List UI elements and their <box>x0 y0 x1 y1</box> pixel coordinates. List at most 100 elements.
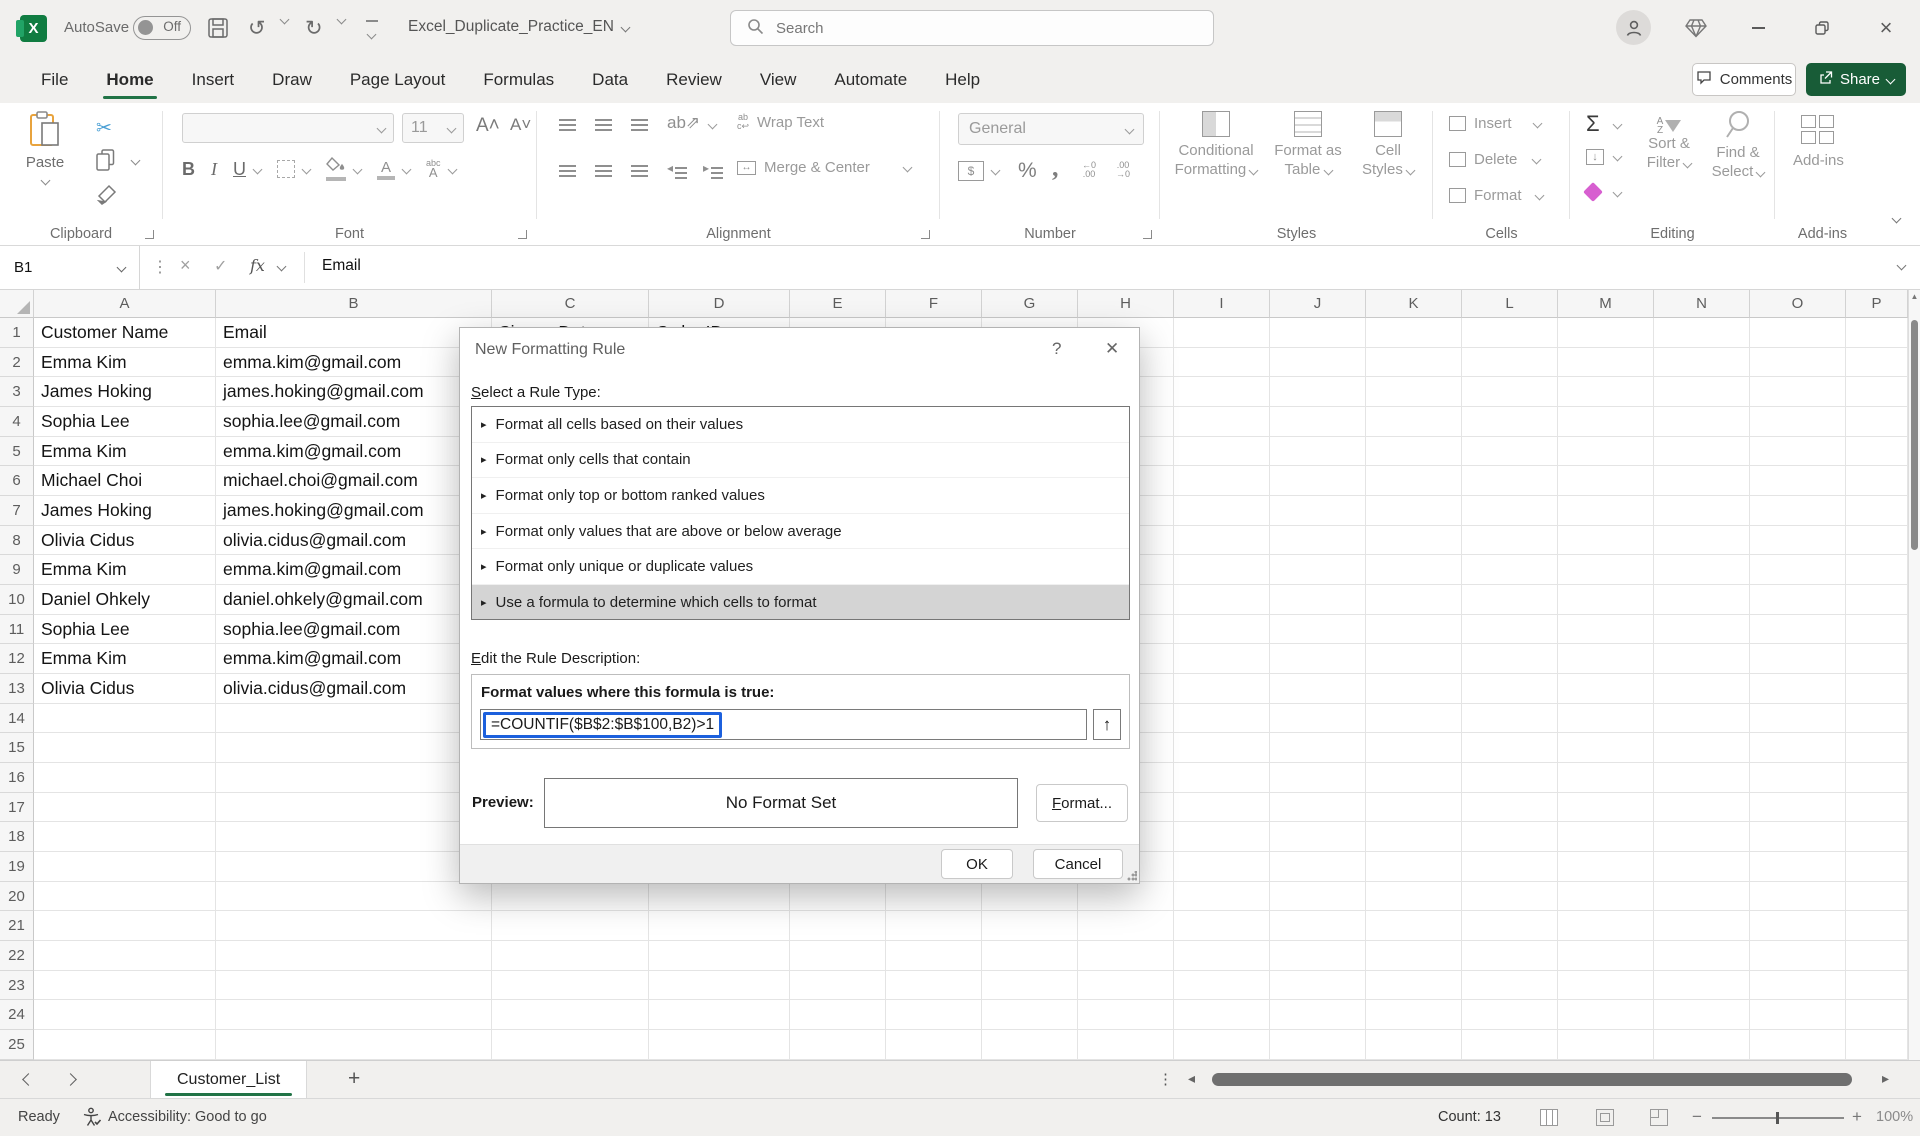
cell-A7[interactable]: James Hoking <box>34 496 216 526</box>
drag-handle-icon[interactable]: ⋮ <box>152 257 168 277</box>
cell-I21[interactable] <box>1174 911 1270 941</box>
cell-B6[interactable]: michael.choi@gmail.com <box>216 466 492 496</box>
cell-P22[interactable] <box>1846 941 1908 971</box>
cell-B25[interactable] <box>216 1030 492 1060</box>
page-layout-view-icon[interactable] <box>1596 1109 1614 1126</box>
save-icon[interactable] <box>207 17 229 44</box>
cell-M12[interactable] <box>1558 644 1654 674</box>
cell-M22[interactable] <box>1558 941 1654 971</box>
cell-A2[interactable]: Emma Kim <box>34 348 216 378</box>
cell-K9[interactable] <box>1366 555 1462 585</box>
copy-icon[interactable] <box>96 149 116 176</box>
font-name-select[interactable] <box>182 113 394 143</box>
orientation-icon[interactable]: ab⇗ <box>667 113 700 133</box>
cell-P25[interactable] <box>1846 1030 1908 1060</box>
tab-data[interactable]: Data <box>573 56 647 103</box>
cell-L2[interactable] <box>1462 348 1558 378</box>
cell-F20[interactable] <box>886 882 982 912</box>
cell-K25[interactable] <box>1366 1030 1462 1060</box>
column-header-I[interactable]: I <box>1174 290 1270 318</box>
cell-A5[interactable]: Emma Kim <box>34 437 216 467</box>
cell-P9[interactable] <box>1846 555 1908 585</box>
cell-I19[interactable] <box>1174 852 1270 882</box>
cell-styles-button[interactable]: Cell Styles <box>1356 111 1420 180</box>
restore-button[interactable] <box>1806 12 1838 44</box>
column-header-B[interactable]: B <box>216 290 492 318</box>
italic-button[interactable]: I <box>211 159 217 180</box>
dialog-help-icon[interactable]: ? <box>1052 339 1061 359</box>
column-header-N[interactable]: N <box>1654 290 1750 318</box>
cell-F21[interactable] <box>886 911 982 941</box>
cancel-entry-icon[interactable]: × <box>180 255 191 276</box>
close-button[interactable]: × <box>1870 12 1902 44</box>
add-sheet-icon[interactable]: + <box>348 1067 360 1091</box>
cell-P20[interactable] <box>1846 882 1908 912</box>
cell-B10[interactable]: daniel.ohkely@gmail.com <box>216 585 492 615</box>
cell-K7[interactable] <box>1366 496 1462 526</box>
zoom-level[interactable]: 100% <box>1876 1109 1913 1125</box>
tab-insert[interactable]: Insert <box>173 56 254 103</box>
cell-J13[interactable] <box>1270 674 1366 704</box>
cell-D25[interactable] <box>649 1030 790 1060</box>
cell-K5[interactable] <box>1366 437 1462 467</box>
cell-G21[interactable] <box>982 911 1078 941</box>
cell-D23[interactable] <box>649 971 790 1001</box>
cell-O2[interactable] <box>1750 348 1846 378</box>
cell-J4[interactable] <box>1270 407 1366 437</box>
zoom-in-icon[interactable]: + <box>1852 1107 1862 1127</box>
comments-button[interactable]: Comments <box>1692 63 1796 96</box>
cell-K12[interactable] <box>1366 644 1462 674</box>
cell-A9[interactable]: Emma Kim <box>34 555 216 585</box>
collapse-ribbon-icon[interactable] <box>1892 214 1902 224</box>
column-header-M[interactable]: M <box>1558 290 1654 318</box>
cell-I3[interactable] <box>1174 377 1270 407</box>
cell-B14[interactable] <box>216 704 492 734</box>
cell-L24[interactable] <box>1462 1000 1558 1030</box>
cell-M6[interactable] <box>1558 466 1654 496</box>
cell-I9[interactable] <box>1174 555 1270 585</box>
cell-A18[interactable] <box>34 822 216 852</box>
cell-P6[interactable] <box>1846 466 1908 496</box>
cell-I22[interactable] <box>1174 941 1270 971</box>
cell-J25[interactable] <box>1270 1030 1366 1060</box>
clipboard-launcher-icon[interactable] <box>145 230 154 239</box>
formula-bar-content[interactable]: Email <box>322 257 361 275</box>
cell-C21[interactable] <box>492 911 649 941</box>
cell-J1[interactable] <box>1270 318 1366 348</box>
cell-M17[interactable] <box>1558 793 1654 823</box>
cell-L14[interactable] <box>1462 704 1558 734</box>
cell-A23[interactable] <box>34 971 216 1001</box>
cell-A22[interactable] <box>34 941 216 971</box>
row-header-12[interactable]: 12 <box>0 644 34 674</box>
cell-N2[interactable] <box>1654 348 1750 378</box>
cell-I15[interactable] <box>1174 733 1270 763</box>
clear-eraser-icon[interactable] <box>1583 182 1603 202</box>
cell-M25[interactable] <box>1558 1030 1654 1060</box>
cell-L23[interactable] <box>1462 971 1558 1001</box>
cell-I13[interactable] <box>1174 674 1270 704</box>
cell-G25[interactable] <box>982 1030 1078 1060</box>
row-header-2[interactable]: 2 <box>0 348 34 378</box>
cell-A24[interactable] <box>34 1000 216 1030</box>
cell-I14[interactable] <box>1174 704 1270 734</box>
cell-N14[interactable] <box>1654 704 1750 734</box>
cell-M11[interactable] <box>1558 615 1654 645</box>
sheet-prev-icon[interactable] <box>22 1073 35 1086</box>
align-middle-icon[interactable] <box>595 119 612 121</box>
cell-A14[interactable] <box>34 704 216 734</box>
cell-N10[interactable] <box>1654 585 1750 615</box>
cell-M24[interactable] <box>1558 1000 1654 1030</box>
column-header-O[interactable]: O <box>1750 290 1846 318</box>
cell-A21[interactable] <box>34 911 216 941</box>
cell-I11[interactable] <box>1174 615 1270 645</box>
cell-H23[interactable] <box>1078 971 1174 1001</box>
cell-N9[interactable] <box>1654 555 1750 585</box>
cell-K17[interactable] <box>1366 793 1462 823</box>
cell-J7[interactable] <box>1270 496 1366 526</box>
cell-P15[interactable] <box>1846 733 1908 763</box>
cell-N20[interactable] <box>1654 882 1750 912</box>
cell-P11[interactable] <box>1846 615 1908 645</box>
cell-P18[interactable] <box>1846 822 1908 852</box>
cell-K3[interactable] <box>1366 377 1462 407</box>
cell-K15[interactable] <box>1366 733 1462 763</box>
